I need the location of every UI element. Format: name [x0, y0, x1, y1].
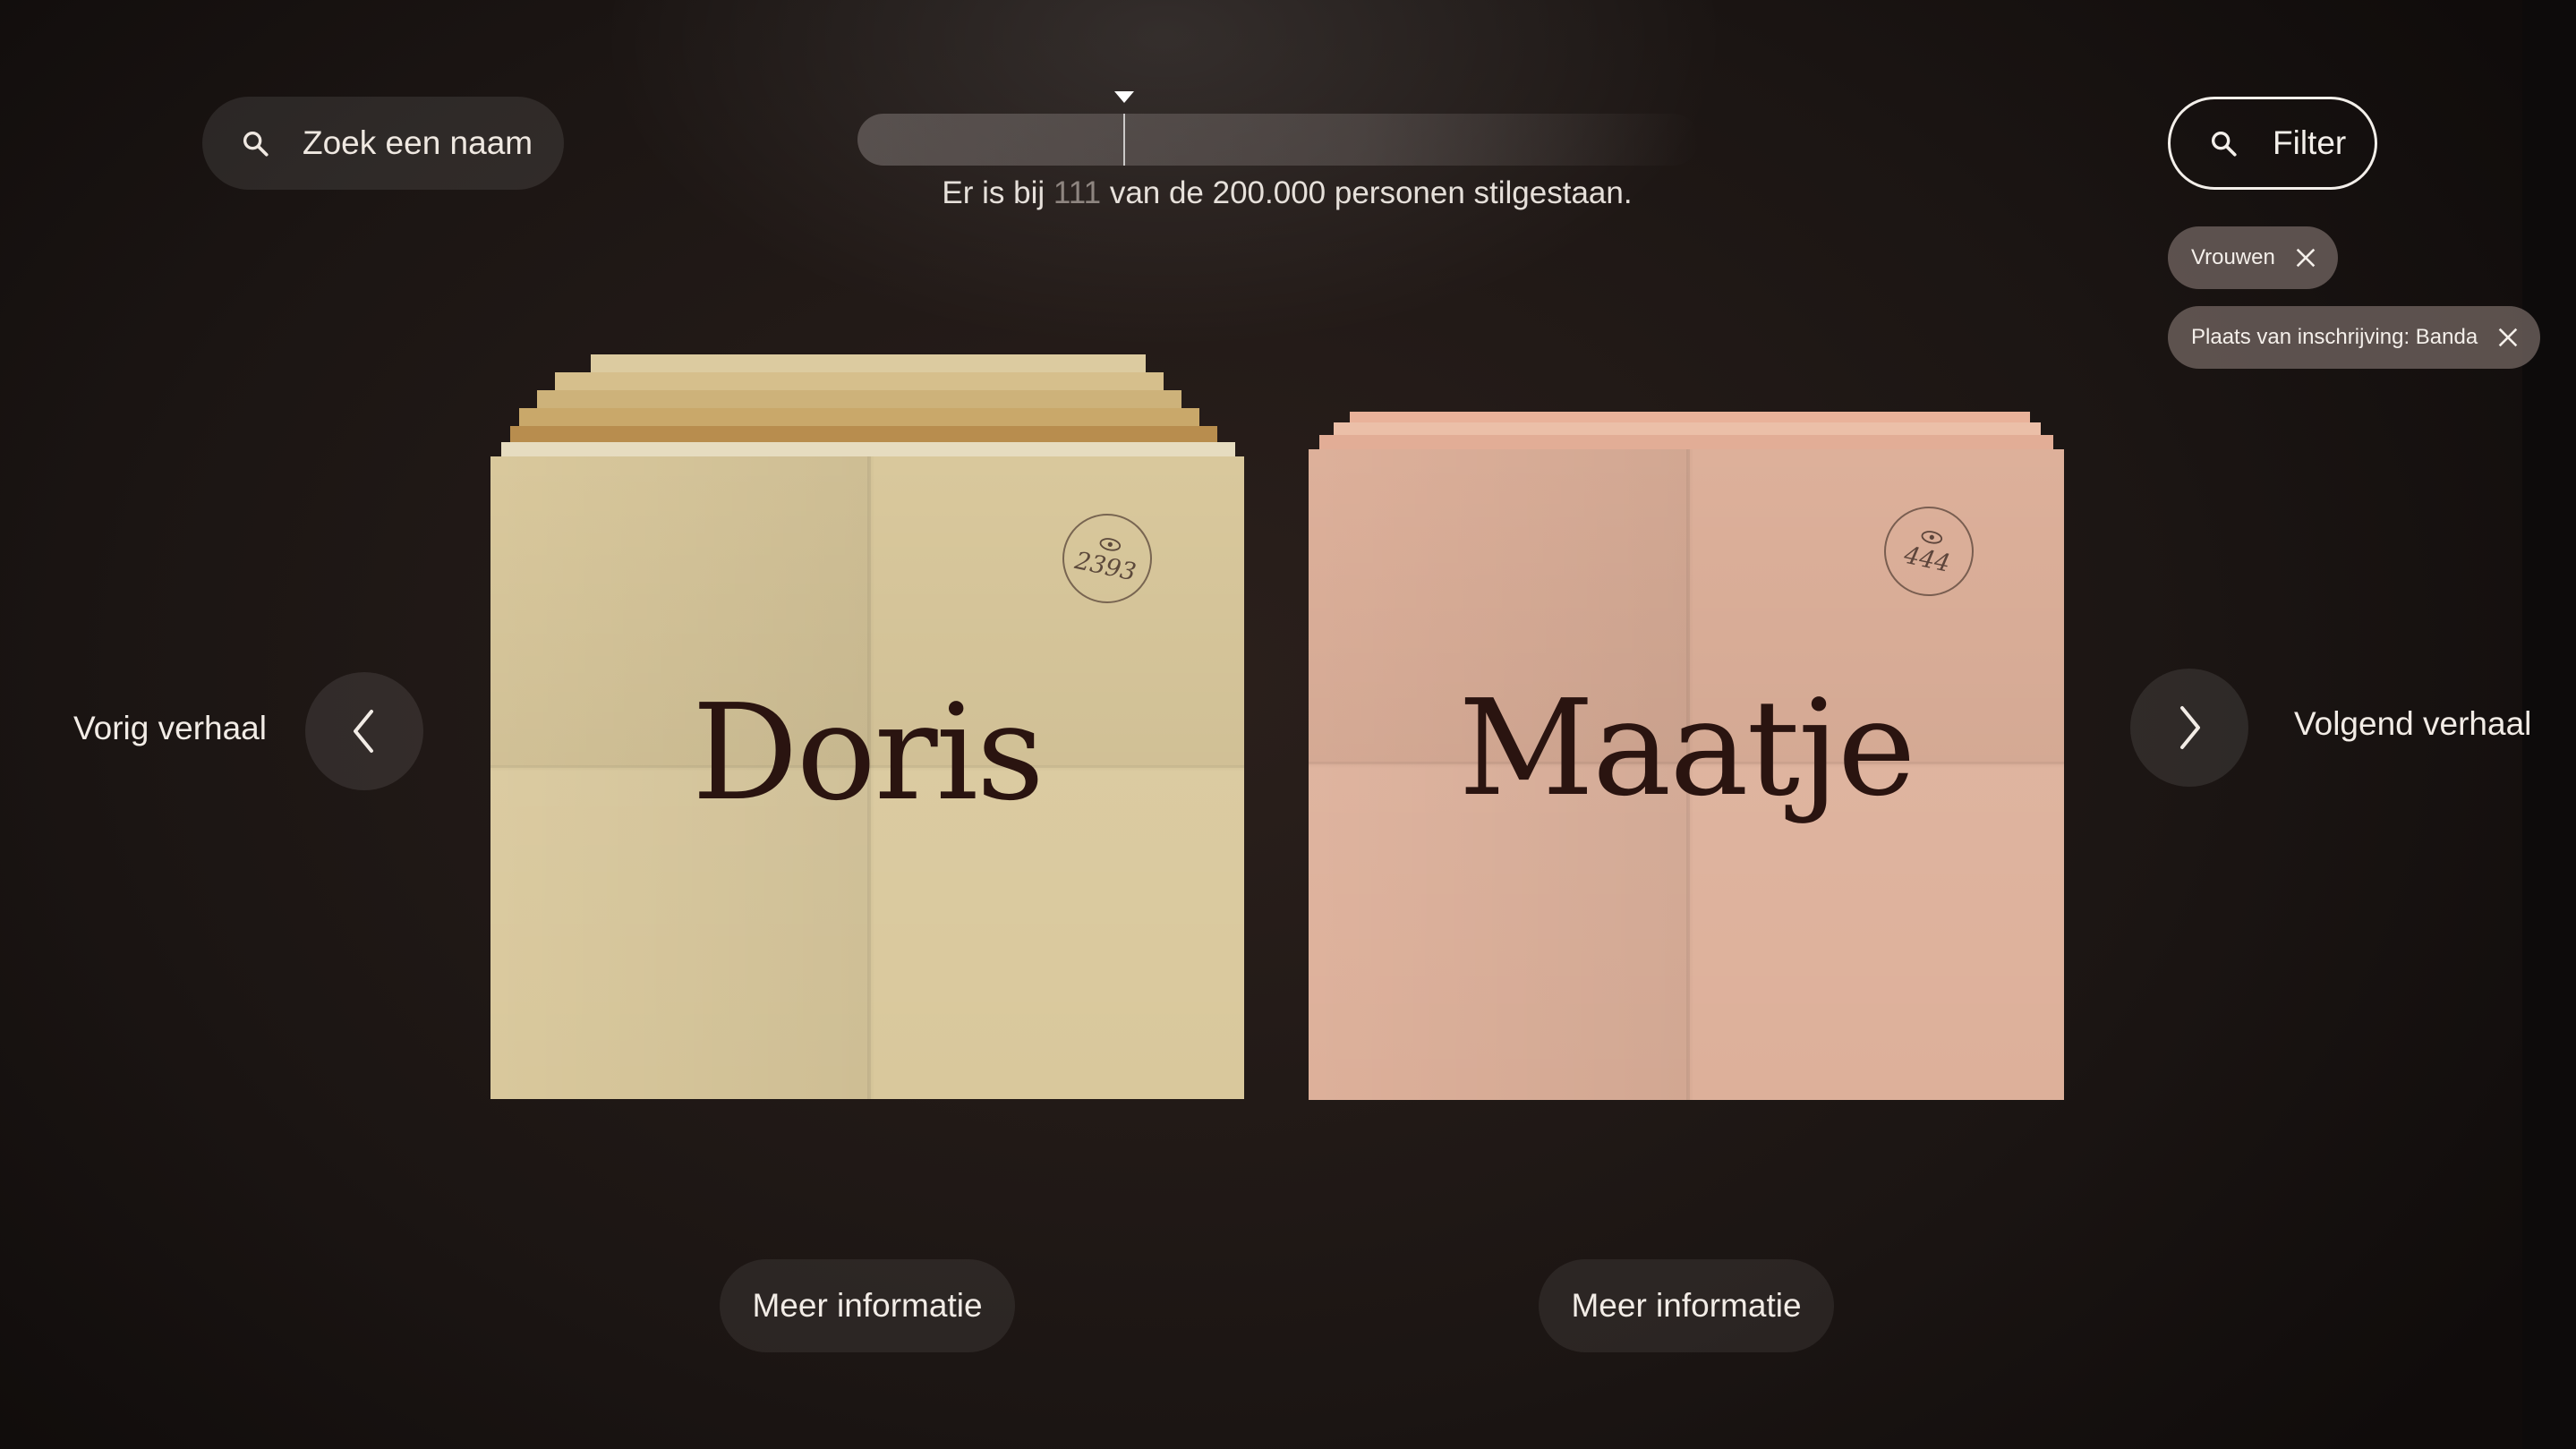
progress-counter: Er is bij 111 van de 200.000 personen st… — [857, 175, 1717, 211]
close-icon[interactable] — [2293, 245, 2318, 270]
progress-track — [857, 114, 1699, 166]
filter-chip-plaats[interactable]: Plaats van inschrijving: Banda — [2168, 306, 2541, 369]
story-card-doris[interactable]: 2393 Doris — [490, 456, 1244, 1099]
next-story-button[interactable] — [2130, 669, 2248, 787]
story-card-maatje[interactable]: 444 Maatje — [1309, 449, 2064, 1100]
view-count-stamp: 2393 — [1053, 505, 1161, 612]
search-button[interactable]: Zoek een naam — [202, 97, 564, 190]
card-name: Maatje — [1458, 671, 1916, 825]
search-icon — [2211, 131, 2237, 157]
counter-text-before: Er is bij — [942, 175, 1045, 210]
filter-button[interactable]: Filter — [2168, 97, 2377, 190]
counter-number: 111 — [1053, 175, 1102, 210]
chevron-right-icon — [2180, 706, 2200, 749]
view-count-stamp: 444 — [1875, 498, 1983, 605]
more-info-button-maatje[interactable]: Meer informatie — [1539, 1259, 1834, 1352]
prev-story-button[interactable] — [305, 672, 423, 790]
progress-marker — [1123, 114, 1125, 166]
filter-label: Filter — [2273, 124, 2347, 161]
card-name: Doris — [692, 676, 1045, 830]
view-count: 444 — [1901, 541, 1953, 578]
close-icon[interactable] — [2495, 325, 2521, 350]
chip-label: Vrouwen — [2191, 245, 2275, 269]
next-story-label[interactable]: Volgend verhaal — [2294, 705, 2531, 743]
view-count: 2393 — [1072, 546, 1139, 587]
more-info-button-doris[interactable]: Meer informatie — [720, 1259, 1015, 1352]
counter-text-after: van de 200.000 personen stilgestaan. — [1109, 175, 1633, 210]
prev-story-label[interactable]: Vorig verhaal — [73, 710, 267, 747]
filter-chip-vrouwen[interactable]: Vrouwen — [2168, 226, 2338, 289]
search-label: Zoek een naam — [303, 124, 533, 161]
chip-label: Plaats van inschrijving: Banda — [2191, 325, 2478, 349]
chevron-left-icon — [354, 710, 373, 753]
progress-caret-icon — [1114, 91, 1134, 103]
search-icon — [243, 131, 269, 157]
